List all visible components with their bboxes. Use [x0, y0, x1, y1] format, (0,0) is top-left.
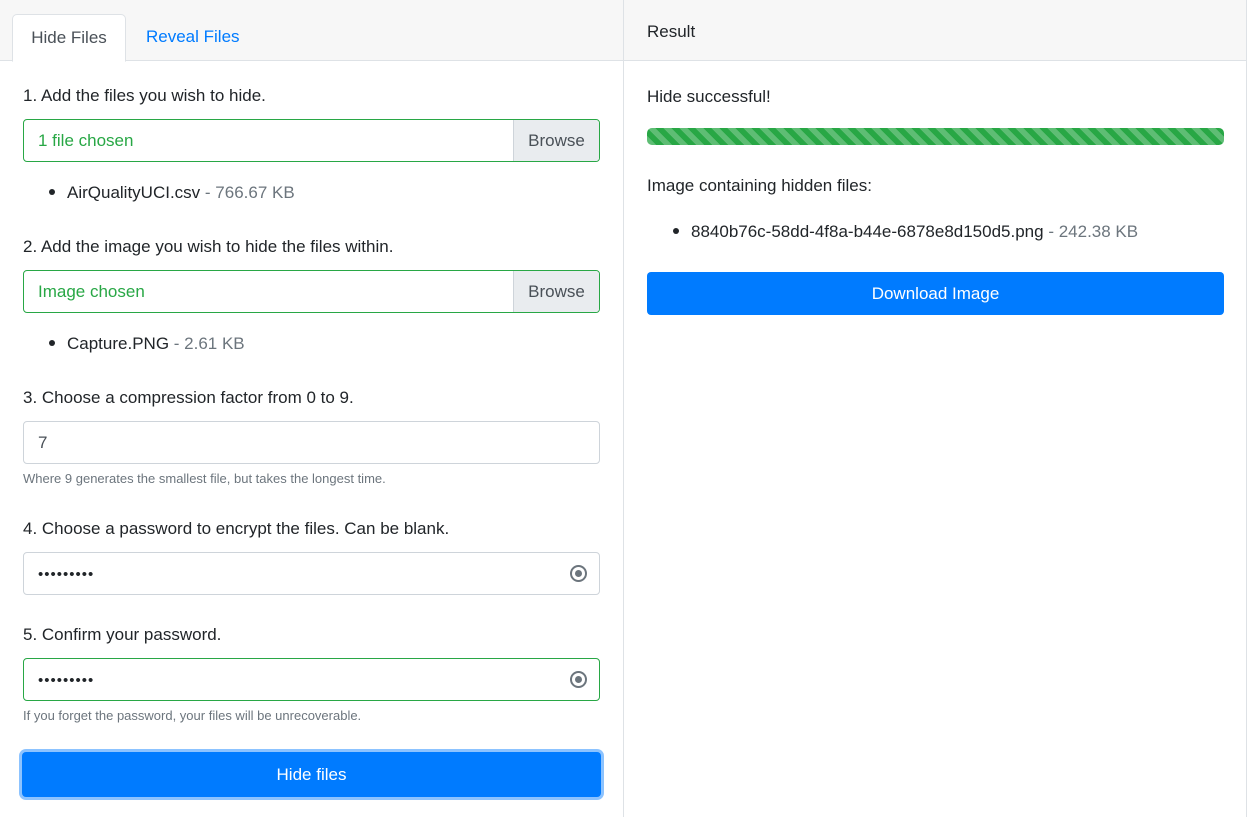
image-upload-status: Image chosen: [38, 282, 145, 301]
tab-reveal-files[interactable]: Reveal Files: [128, 14, 258, 62]
result-file-size: - 242.38 KB: [1043, 222, 1139, 241]
step4-label: 4. Choose a password to encrypt the file…: [23, 519, 450, 538]
result-title: Result: [647, 22, 696, 41]
chosen-file-name: AirQualityUCI.csv: [67, 183, 201, 202]
result-panel: Result Hide successful! Image containing…: [624, 0, 1247, 817]
bullet-icon: [49, 339, 55, 346]
result-image-label: Image containing hidden files:: [647, 176, 872, 195]
tab-bar: Hide Files Reveal Files: [0, 0, 623, 62]
reveal-password-icon[interactable]: [570, 565, 587, 582]
reveal-confirm-password-icon[interactable]: [570, 671, 587, 688]
confirm-password-masked-value: •••••••••: [38, 672, 95, 689]
compression-help-text: Where 9 generates the smallest file, but…: [23, 471, 386, 486]
chosen-file-size: - 766.67 KB: [200, 183, 295, 202]
bullet-icon: [673, 227, 679, 234]
result-file-item: 8840b76c-58dd-4f8a-b44e-6878e8d150d5.png…: [673, 222, 1138, 242]
tab-hide-files[interactable]: Hide Files: [12, 14, 126, 62]
hide-files-panel: Hide Files Reveal Files 1. Add the files…: [0, 0, 624, 817]
step3-label: 3. Choose a compression factor from 0 to…: [23, 388, 354, 407]
files-upload-status: 1 file chosen: [38, 131, 134, 150]
image-upload-input[interactable]: Image chosen Browse: [23, 270, 600, 313]
files-browse-button[interactable]: Browse: [513, 120, 599, 161]
result-file-name: 8840b76c-58dd-4f8a-b44e-6878e8d150d5.png: [691, 222, 1044, 241]
bullet-icon: [49, 188, 55, 195]
step5-label: 5. Confirm your password.: [23, 625, 222, 644]
compression-factor-input[interactable]: 7: [23, 421, 600, 464]
hide-files-button[interactable]: Hide files: [22, 752, 601, 797]
chosen-image-name: Capture.PNG: [67, 334, 170, 353]
chosen-image-size: - 2.61 KB: [169, 334, 245, 353]
step1-label: 1. Add the files you wish to hide.: [23, 86, 266, 105]
progress-bar-fill: [647, 128, 1224, 145]
chosen-file-item: AirQualityUCI.csv - 766.67 KB: [49, 183, 295, 203]
password-masked-value: •••••••••: [38, 566, 95, 583]
confirm-password-input[interactable]: •••••••••: [23, 658, 600, 701]
files-upload-input[interactable]: 1 file chosen Browse: [23, 119, 600, 162]
password-input[interactable]: •••••••••: [23, 552, 600, 595]
progress-bar: [647, 128, 1224, 145]
step2-label: 2. Add the image you wish to hide the fi…: [23, 237, 394, 256]
download-image-button[interactable]: Download Image: [647, 272, 1224, 315]
image-browse-button[interactable]: Browse: [513, 271, 599, 312]
result-header: Result: [624, 0, 1246, 61]
result-status: Hide successful!: [647, 87, 771, 106]
chosen-image-item: Capture.PNG - 2.61 KB: [49, 334, 245, 354]
password-help-text: If you forget the password, your files w…: [23, 708, 362, 723]
